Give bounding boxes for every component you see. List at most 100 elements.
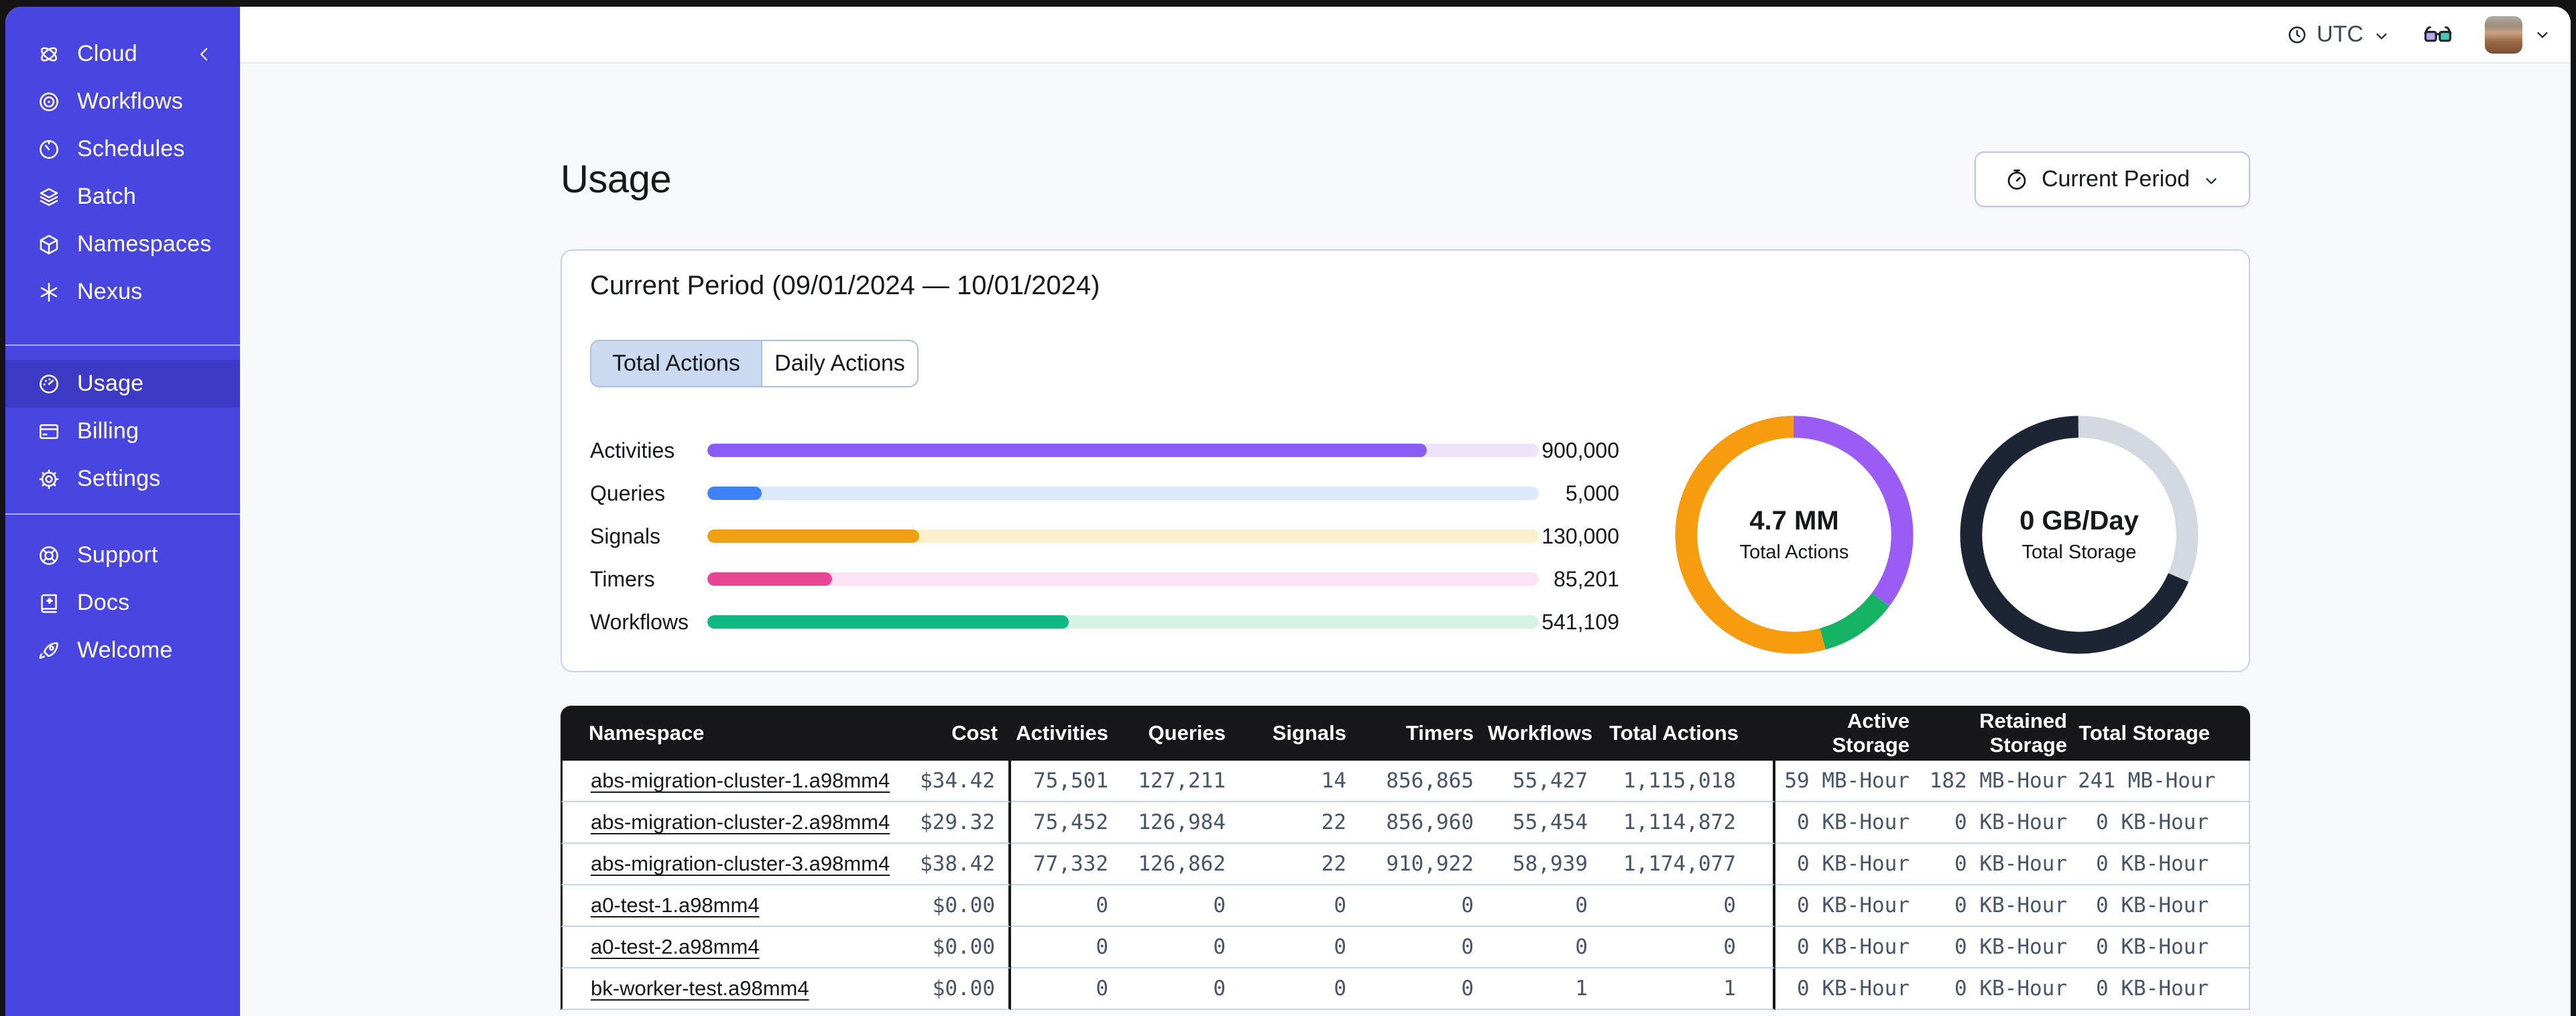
sidebar-item-docs[interactable]: Docs: [5, 579, 240, 627]
cell-retained-storage: 0 KB-Hour: [1920, 802, 2077, 844]
cell-active-storage: 0 KB-Hour: [1775, 968, 1920, 1010]
namespace-link[interactable]: abs-migration-cluster-3.a98mm4: [591, 852, 890, 875]
cell-total-actions: 1: [1601, 968, 1775, 1010]
period-selector-button[interactable]: Current Period: [1975, 151, 2250, 207]
bar-value: 130,000: [1541, 523, 1619, 548]
cell-namespace: abs-migration-cluster-1.a98mm4: [561, 761, 904, 802]
tab-total-actions[interactable]: Total Actions: [591, 341, 761, 386]
namespace-link[interactable]: bk-worker-test.a98mm4: [591, 976, 809, 1000]
sidebar-brand-label: Cloud: [77, 41, 137, 66]
sidebar-brand-cloud[interactable]: Cloud: [5, 30, 240, 78]
sidebar-item-welcome[interactable]: Welcome: [5, 627, 240, 674]
cell-total-storage: 0 KB-Hour: [2077, 968, 2250, 1010]
column-header-workflows: Workflows: [1487, 706, 1601, 761]
bar-label: Workflows: [590, 609, 689, 634]
cell-total-storage: 0 KB-Hour: [2077, 844, 2250, 885]
cell-active-storage: 0 KB-Hour: [1775, 885, 1920, 927]
bar-value: 85,201: [1554, 566, 1619, 591]
cell-cost: $29.32: [904, 802, 1011, 844]
total-actions-value: 4.7 MM: [1749, 506, 1839, 535]
cell-total-actions: 1,174,077: [1601, 844, 1775, 885]
cell-timers: 0: [1360, 927, 1487, 968]
cell-total-storage: 0 KB-Hour: [2077, 885, 2250, 927]
bar-row-signals: Signals 130,000: [590, 515, 1619, 558]
actions-tabs: Total Actions Daily Actions: [590, 340, 919, 387]
sidebar-item-label: Schedules: [77, 136, 185, 162]
cell-active-storage: 59 MB-Hour: [1775, 761, 1920, 802]
cell-timers: 856,960: [1360, 802, 1487, 844]
cell-namespace: a0-test-2.a98mm4: [561, 927, 904, 968]
cell-retained-storage: 0 KB-Hour: [1920, 885, 2077, 927]
namespace-link[interactable]: abs-migration-cluster-2.a98mm4: [591, 810, 890, 834]
namespace-usage-table: Namespace Cost Activities Queries Signals Tim…: [561, 706, 2250, 1010]
cell-cost: $0.00: [904, 927, 1011, 968]
chevron-down-icon: [2372, 25, 2391, 44]
stopwatch-icon: [2004, 167, 2030, 192]
sidebar-item-workflows[interactable]: Workflows: [5, 78, 240, 125]
cell-activities: 75,501: [1011, 761, 1122, 802]
cell-activities: 0: [1011, 968, 1122, 1010]
topbar: UTC: [240, 7, 2571, 64]
cell-queries: 0: [1122, 968, 1239, 1010]
cell-workflows: 58,939: [1487, 844, 1601, 885]
sidebar-item-billing[interactable]: Billing: [5, 407, 240, 455]
column-header-activities: Activities: [1011, 706, 1122, 761]
cell-workflows: 1: [1487, 968, 1601, 1010]
namespace-link[interactable]: abs-migration-cluster-1.a98mm4: [591, 769, 890, 792]
clock-icon: [2286, 24, 2308, 46]
bar-track: [707, 444, 1539, 457]
column-header-total-storage: Total Storage: [2077, 706, 2250, 761]
cell-queries: 126,984: [1122, 802, 1239, 844]
cell-total-actions: 0: [1601, 927, 1775, 968]
cell-queries: 0: [1122, 885, 1239, 927]
billing-icon: [37, 420, 61, 444]
bar-label: Activities: [590, 438, 675, 462]
sidebar-item-batch[interactable]: Batch: [5, 173, 240, 220]
sidebar-collapse-chevron-left-icon[interactable]: [194, 44, 215, 64]
namespace-link[interactable]: a0-test-1.a98mm4: [591, 893, 760, 917]
sidebar-separator: [5, 513, 240, 515]
cell-total-actions: 1,115,018: [1601, 761, 1775, 802]
user-avatar[interactable]: [2485, 15, 2522, 54]
bar-label: Signals: [590, 523, 660, 548]
timezone-selector[interactable]: UTC: [2286, 21, 2391, 48]
sidebar-item-support[interactable]: Support: [5, 531, 240, 579]
bar-row-activities: Activities 900,000: [590, 429, 1619, 472]
card-title: Current Period (09/01/2024 — 10/01/2024): [590, 271, 1100, 300]
tab-daily-actions[interactable]: Daily Actions: [761, 341, 917, 386]
column-header-queries: Queries: [1122, 706, 1239, 761]
glasses-theme-icon[interactable]: [2422, 19, 2454, 51]
total-actions-donut: 4.7 MM Total Actions: [1674, 415, 1914, 655]
sidebar-item-label: Usage: [77, 371, 144, 396]
cell-total-storage: 0 KB-Hour: [2077, 927, 2250, 968]
cell-activities: 77,332: [1011, 844, 1122, 885]
cell-signals: 14: [1239, 761, 1360, 802]
cell-activities: 0: [1011, 927, 1122, 968]
namespace-link[interactable]: a0-test-2.a98mm4: [591, 935, 760, 958]
cell-queries: 127,211: [1122, 761, 1239, 802]
user-menu[interactable]: [2485, 15, 2552, 54]
cell-cost: $0.00: [904, 885, 1011, 927]
cell-retained-storage: 0 KB-Hour: [1920, 927, 2077, 968]
bar-label: Queries: [590, 481, 666, 505]
bar-value: 5,000: [1565, 481, 1619, 505]
column-header-cost: Cost: [904, 706, 1011, 761]
sidebar-item-label: Billing: [77, 418, 139, 444]
sidebar-item-nexus[interactable]: Nexus: [5, 268, 240, 316]
bar-value: 541,109: [1541, 609, 1619, 634]
column-header-namespace: Namespace: [561, 706, 904, 761]
sidebar-item-namespaces[interactable]: Namespaces: [5, 220, 240, 268]
sidebar-item-label: Welcome: [77, 637, 173, 663]
column-header-total-actions: Total Actions: [1601, 706, 1775, 761]
cell-workflows: 0: [1487, 885, 1601, 927]
cell-timers: 856,865: [1360, 761, 1487, 802]
bar-fill: [707, 529, 920, 543]
cell-signals: 22: [1239, 802, 1360, 844]
cell-activities: 75,452: [1011, 802, 1122, 844]
sidebar-item-settings[interactable]: Settings: [5, 455, 240, 503]
sidebar-item-schedules[interactable]: Schedules: [5, 125, 240, 173]
cell-active-storage: 0 KB-Hour: [1775, 844, 1920, 885]
total-storage-value: 0 GB/Day: [2019, 506, 2139, 535]
sidebar-item-usage[interactable]: Usage: [5, 360, 240, 407]
bar-track: [707, 572, 1539, 586]
